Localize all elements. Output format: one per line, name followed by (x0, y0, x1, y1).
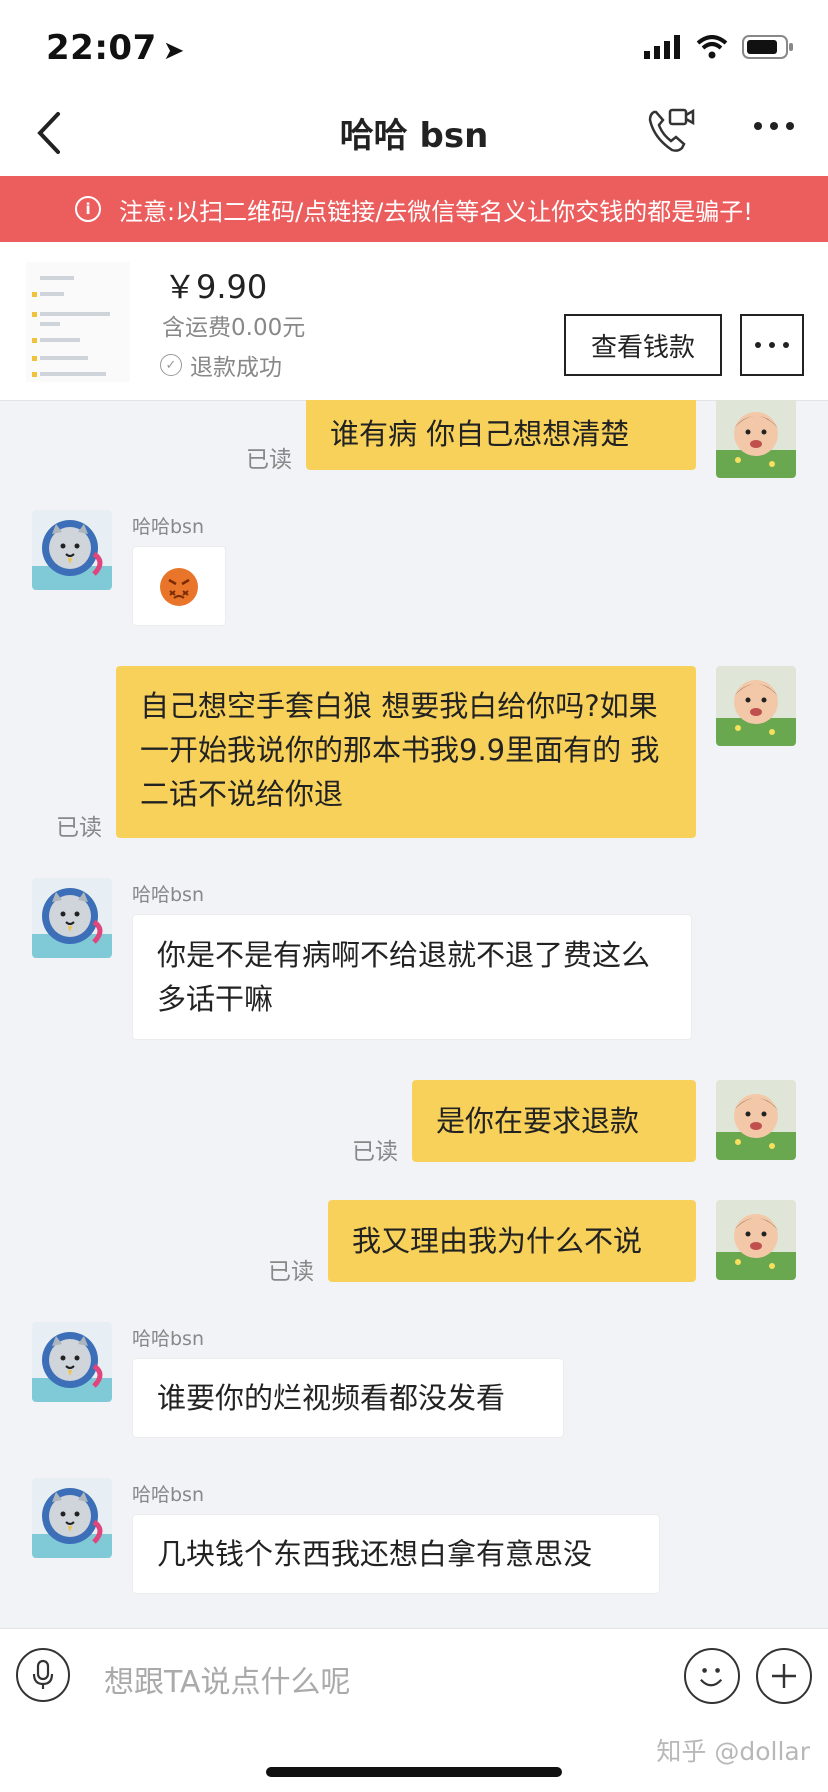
order-price: ￥9.90 (164, 268, 268, 306)
emoji-icon[interactable] (684, 1648, 740, 1704)
nav-bar: 哈哈 bsn (0, 90, 828, 176)
avatar[interactable] (716, 1080, 796, 1160)
message-mine: 已读 自己想空手套白狼 想要我白给你吗?如果一开始我说你的那本书我9.9里面有的… (0, 666, 828, 842)
avatar[interactable] (32, 1478, 112, 1558)
chat-title: 哈哈 bsn (339, 116, 489, 156)
message-mine: 已读 谁有病 你自己想想清楚 (0, 400, 828, 478)
info-icon: i (75, 196, 102, 222)
check-circle-icon: ✓ (160, 354, 182, 376)
message-bubble[interactable]: 谁有病 你自己想想清楚 (306, 400, 696, 470)
product-thumbnail[interactable] (26, 262, 130, 382)
input-bar: 想跟TA说点什么呢 (0, 1628, 828, 1723)
more-dots-icon (755, 342, 789, 348)
status-icons (644, 34, 794, 60)
message-theirs: 哈哈bsn 谁要你的烂视频看都没发看 (0, 1322, 828, 1452)
avatar[interactable] (32, 510, 112, 590)
chat-list[interactable]: 已读 谁有病 你自己想想清楚 哈哈bsn 已读 自己想空手套白狼 想要我白给你吗… (0, 400, 828, 1628)
message-theirs: 哈哈bsn 你是不是有病啊不给退就不退了费这么多话干嘛 (0, 878, 828, 1048)
message-bubble[interactable]: 谁要你的烂视频看都没发看 (132, 1358, 564, 1438)
wifi-icon (696, 35, 728, 59)
status-bar: 22:07 ➤ (0, 0, 828, 90)
more-dots-icon[interactable] (752, 120, 796, 132)
voice-button[interactable] (16, 1648, 70, 1702)
refund-status: ✓ 退款成功 (160, 348, 282, 382)
avatar[interactable] (716, 666, 796, 746)
read-receipt: 已读 (246, 447, 292, 473)
order-more-button[interactable] (740, 314, 804, 376)
avatar[interactable] (32, 1322, 112, 1402)
message-mine: 已读 是你在要求退款 (0, 1080, 828, 1170)
message-mine: 已读 我又理由我为什么不说 (0, 1200, 828, 1290)
sender-name: 哈哈bsn (132, 884, 205, 906)
shipping-fee: 含运费0.00元 (162, 315, 306, 341)
message-bubble[interactable]: 自己想空手套白狼 想要我白给你吗?如果一开始我说你的那本书我9.9里面有的 我二… (116, 666, 696, 838)
home-indicator[interactable] (266, 1767, 562, 1777)
message-input[interactable]: 想跟TA说点什么呢 (104, 1657, 351, 1701)
watermark: 知乎 @dollar (656, 1737, 810, 1766)
sender-name: 哈哈bsn (132, 516, 205, 538)
plus-button[interactable] (756, 1648, 812, 1704)
order-card[interactable]: ￥9.90 含运费0.00元 ✓ 退款成功 查看钱款 (0, 242, 828, 401)
location-arrow-icon: ➤ (162, 36, 186, 66)
video-call-icon[interactable] (646, 106, 696, 156)
read-receipt: 已读 (56, 815, 102, 841)
message-theirs: 哈哈bsn 几块钱个东西我还想白拿有意思没 (0, 1478, 828, 1608)
read-receipt: 已读 (268, 1259, 314, 1285)
avatar[interactable] (32, 878, 112, 958)
view-payment-button[interactable]: 查看钱款 (564, 314, 722, 376)
fraud-warning-banner: i 注意:以扫二维码/点链接/去微信等名义让你交钱的都是骗子! (0, 176, 828, 242)
message-bubble[interactable]: 是你在要求退款 (412, 1080, 696, 1162)
angry-face-icon (160, 568, 198, 606)
home-area: 知乎 @dollar (0, 1722, 828, 1792)
message-bubble[interactable]: 我又理由我为什么不说 (328, 1200, 696, 1282)
avatar[interactable] (716, 1200, 796, 1280)
message-theirs: 哈哈bsn (0, 510, 828, 650)
sender-name: 哈哈bsn (132, 1484, 205, 1506)
signal-icon (644, 35, 680, 59)
read-receipt: 已读 (352, 1139, 398, 1165)
message-bubble[interactable]: 几块钱个东西我还想白拿有意思没 (132, 1514, 660, 1594)
avatar[interactable] (716, 400, 796, 478)
sender-name: 哈哈bsn (132, 1328, 205, 1350)
message-bubble[interactable] (132, 546, 226, 626)
battery-icon (742, 35, 793, 59)
plus-icon (772, 1664, 796, 1688)
status-time: 22:07 ➤ (46, 28, 186, 68)
microphone-icon (32, 1659, 54, 1689)
warning-text: 注意:以扫二维码/点链接/去微信等名义让你交钱的都是骗子! (119, 197, 753, 226)
message-bubble[interactable]: 你是不是有病啊不给退就不退了费这么多话干嘛 (132, 914, 692, 1040)
